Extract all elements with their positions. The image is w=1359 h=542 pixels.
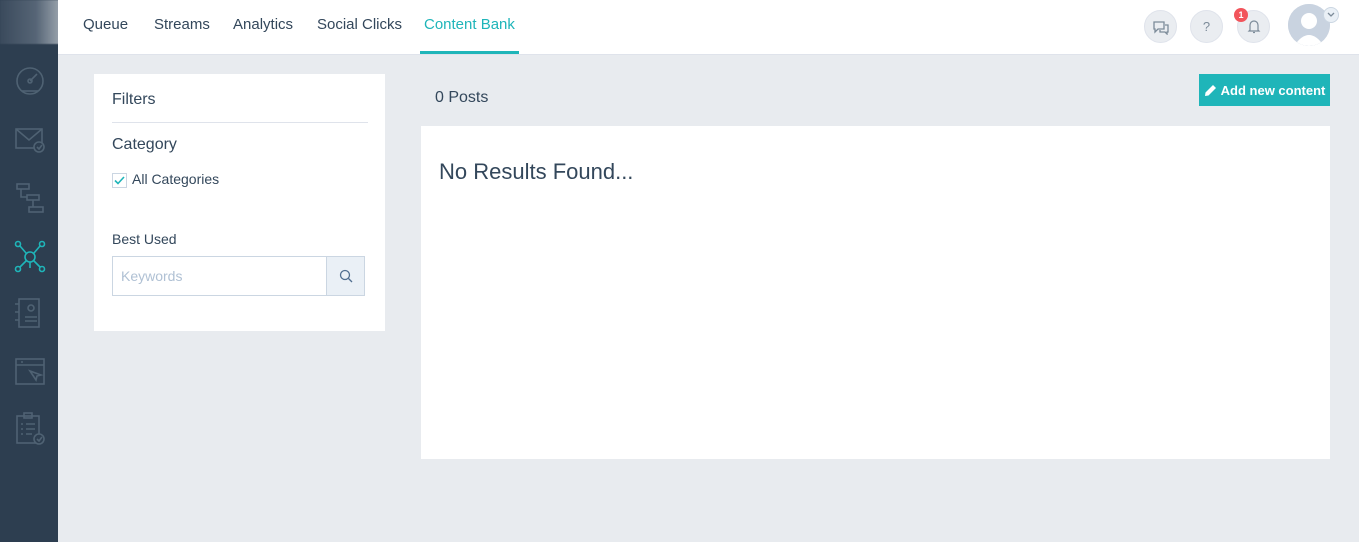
- contacts-icon[interactable]: [12, 295, 48, 331]
- chat-icon: [1152, 20, 1169, 35]
- search-icon: [339, 269, 352, 283]
- tab-streams[interactable]: Streams: [152, 0, 212, 55]
- tab-content-bank[interactable]: Content Bank: [420, 0, 519, 55]
- bell-icon: [1247, 20, 1260, 34]
- tasks-icon[interactable]: [12, 410, 48, 446]
- pencil-icon: [1204, 84, 1216, 96]
- divider: [112, 122, 368, 123]
- workflow-icon[interactable]: [12, 180, 48, 216]
- add-new-content-label: Add new content: [1220, 82, 1326, 98]
- filters-title: Filters: [112, 91, 156, 108]
- tab-queue[interactable]: Queue: [81, 0, 130, 55]
- posts-count: 0 Posts: [435, 89, 489, 106]
- left-sidebar: [0, 0, 60, 542]
- all-categories-checkbox[interactable]: [112, 173, 127, 188]
- category-label: Category: [112, 136, 177, 153]
- help-icon: ?: [1202, 19, 1211, 34]
- chevron-down-icon[interactable]: [1323, 7, 1339, 23]
- keywords-input[interactable]: [112, 256, 327, 296]
- no-results-message: No Results Found...: [439, 159, 634, 184]
- browser-icon[interactable]: [12, 353, 48, 389]
- dashboard-icon[interactable]: [12, 63, 48, 99]
- best-used-label: Best Used: [112, 231, 177, 247]
- chat-button[interactable]: [1144, 10, 1177, 43]
- social-icon[interactable]: [12, 238, 48, 274]
- app-logo[interactable]: [0, 0, 60, 44]
- tab-social-clicks[interactable]: Social Clicks: [315, 0, 404, 55]
- keyword-search-button[interactable]: [326, 256, 365, 296]
- help-button[interactable]: ?: [1190, 10, 1223, 43]
- results-panel: No Results Found...: [421, 126, 1330, 459]
- checkmark-icon: [114, 176, 125, 185]
- filters-panel: Filters Category All Categories Best Use…: [94, 74, 385, 331]
- notification-badge: 1: [1234, 8, 1248, 22]
- add-new-content-button[interactable]: Add new content: [1199, 74, 1330, 106]
- all-categories-label[interactable]: All Categories: [132, 171, 219, 187]
- tab-analytics[interactable]: Analytics: [231, 0, 295, 55]
- email-icon[interactable]: [12, 121, 48, 157]
